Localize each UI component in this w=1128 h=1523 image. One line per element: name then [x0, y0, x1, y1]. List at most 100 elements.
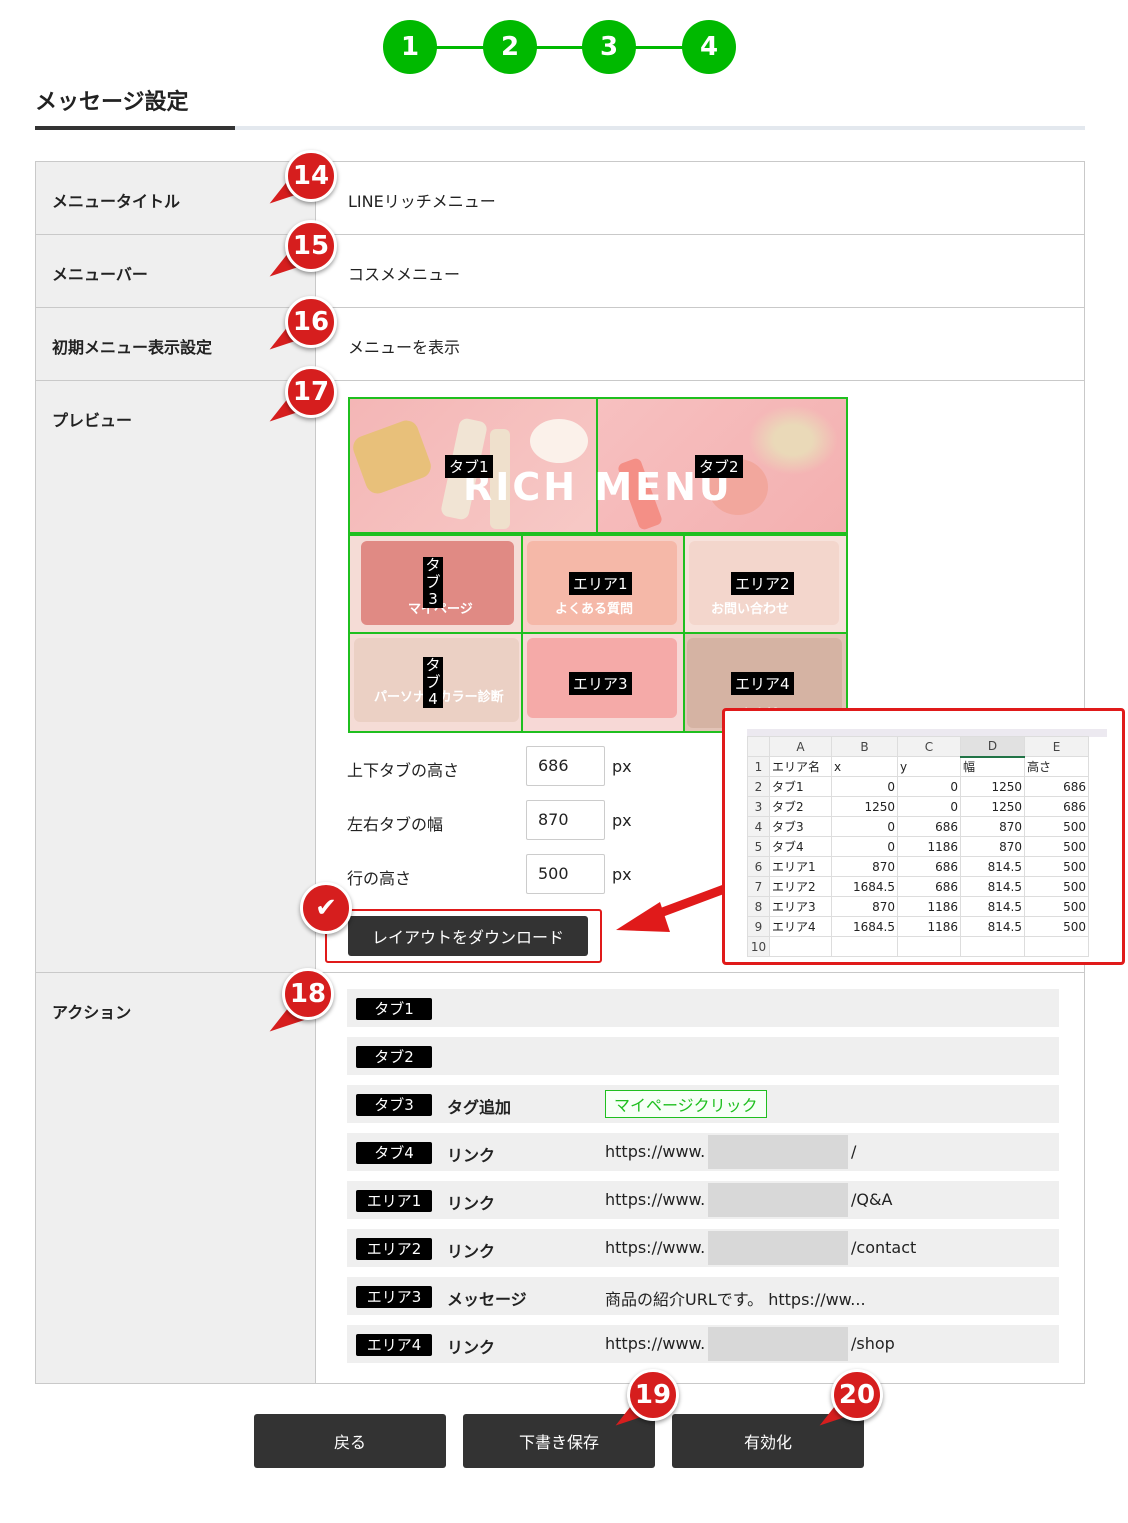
- action-url-path: /contact: [851, 1238, 917, 1257]
- spreadsheet-cell: 0: [831, 776, 898, 797]
- action-tag: エリア4: [356, 1334, 432, 1356]
- callout-badge-17: 17: [285, 366, 337, 418]
- row-number-cell: 4: [747, 816, 770, 837]
- spreadsheet-cell: 1186: [897, 896, 961, 917]
- spreadsheet-row: 10: [747, 936, 1089, 957]
- spreadsheet-cell: タブ3: [769, 816, 832, 837]
- redacted-url-block: [708, 1231, 848, 1265]
- row-number-cell: 7: [747, 876, 770, 897]
- row-number-cell: 6: [747, 856, 770, 877]
- layout-spreadsheet: A B C D E 1 エリア名 x y 幅高さ 2 タブ1 0 0 1250 686 3 タブ2 125…: [722, 708, 1125, 965]
- tab-width-unit: px: [612, 811, 632, 830]
- tab-3-tag: タブ3: [423, 557, 443, 608]
- row-divider: [36, 380, 1084, 381]
- action-tag: タブ2: [356, 1046, 432, 1068]
- spreadsheet-cell: 1186: [897, 836, 961, 857]
- area-1-tag: エリア1: [569, 572, 632, 595]
- tab-width-input[interactable]: 870: [526, 800, 605, 840]
- callout-badge-20: 20: [831, 1369, 883, 1421]
- area-3-tag: エリア3: [569, 672, 632, 695]
- action-url-path: /shop: [851, 1334, 895, 1353]
- title-underline-active: [35, 126, 235, 130]
- spreadsheet-cell: 870: [960, 816, 1025, 837]
- menu-title-value: LINEリッチメニュー: [348, 192, 496, 211]
- spreadsheet-row: 6 エリア1 870 686 814.5 500: [747, 856, 1089, 877]
- spreadsheet-cell: 0: [831, 836, 898, 857]
- row-number-cell: 1: [747, 756, 770, 777]
- initial-display-value: メニューを表示: [348, 338, 461, 357]
- spreadsheet-cell: [960, 936, 1025, 957]
- action-value: マイページクリック: [605, 1090, 767, 1118]
- download-layout-button[interactable]: レイアウトをダウンロード: [348, 916, 588, 956]
- spreadsheet-cell: y: [897, 756, 961, 777]
- column-header: E: [1024, 736, 1089, 757]
- tab-height-input[interactable]: 686: [526, 746, 605, 786]
- spreadsheet-cell: 686: [1024, 776, 1089, 797]
- action-tag: エリア2: [356, 1238, 432, 1260]
- step-2: 2: [483, 20, 537, 74]
- action-value: https://www.: [605, 1238, 706, 1257]
- row-number-cell: 9: [747, 916, 770, 937]
- column-header: C: [897, 736, 961, 757]
- back-button[interactable]: 戻る: [254, 1414, 446, 1468]
- spreadsheet-cell: 0: [831, 816, 898, 837]
- tab-height-unit: px: [612, 757, 632, 776]
- callout-badge-15: 15: [285, 220, 337, 272]
- rich-menu-preview: RICH MENU タブ1 タブ2 マイページ タブ3 よくある質問 エリア1 …: [348, 397, 848, 733]
- spreadsheet-cell: 870: [831, 896, 898, 917]
- action-row: タブ1: [347, 989, 1059, 1027]
- redacted-url-block: [708, 1183, 848, 1217]
- row-divider: [36, 972, 1084, 973]
- spreadsheet-cell: 1684.5: [831, 916, 898, 937]
- pampas-image: [748, 405, 838, 475]
- action-row: タブ3 タグ追加 マイページクリック: [347, 1085, 1059, 1123]
- action-type: リンク: [447, 1146, 496, 1165]
- spreadsheet-cell: エリア3: [769, 896, 832, 917]
- spreadsheet-cell: 1684.5: [831, 876, 898, 897]
- spreadsheet-cell: タブ2: [769, 796, 832, 817]
- row-divider: [36, 307, 1084, 308]
- action-row: エリア4 リンク https://www. /shop: [347, 1325, 1059, 1363]
- corner-cell: [747, 736, 770, 757]
- spreadsheet-cell: エリア1: [769, 856, 832, 877]
- faq-tile-label: よくある質問: [555, 602, 634, 617]
- spreadsheet-cell: 1250: [831, 796, 898, 817]
- spreadsheet-cell: 814.5: [960, 916, 1025, 937]
- spreadsheet-row: 2 タブ1 0 0 1250 686: [747, 776, 1089, 797]
- spreadsheet-row: 9 エリア4 1684.5 1186 814.5 500: [747, 916, 1089, 937]
- page-title: メッセージ設定: [35, 90, 189, 115]
- menu-title-label: メニュータイトル: [52, 192, 181, 211]
- tab-2-tag: タブ2: [695, 455, 743, 478]
- row-divider: [36, 234, 1084, 235]
- action-row: エリア1 リンク https://www. /Q&A: [347, 1181, 1059, 1219]
- spreadsheet-cell: エリア4: [769, 916, 832, 937]
- spreadsheet-cell: 1186: [897, 916, 961, 937]
- spreadsheet-cell: [831, 936, 898, 957]
- spreadsheet-cell: 686: [897, 816, 961, 837]
- action-type: リンク: [447, 1242, 496, 1261]
- area-2-tag: エリア2: [731, 572, 794, 595]
- action-value: https://www.: [605, 1142, 706, 1161]
- tab-height-label: 上下タブの高さ: [347, 761, 460, 780]
- spreadsheet-cell: 500: [1024, 916, 1089, 937]
- row-height-input[interactable]: 500: [526, 854, 605, 894]
- action-row: タブ2: [347, 1037, 1059, 1075]
- spreadsheet-cell: 0: [897, 776, 961, 797]
- step-1: 1: [383, 20, 437, 74]
- row-height-label: 行の高さ: [347, 869, 412, 888]
- row-number-cell: 2: [747, 776, 770, 797]
- action-value: 商品の紹介URLです。 https://ww...: [605, 1290, 866, 1309]
- spreadsheet-cell: 1250: [960, 796, 1025, 817]
- cream-jar-image: [530, 419, 588, 463]
- spreadsheet-row: 4 タブ3 0 686 870 500: [747, 816, 1089, 837]
- spreadsheet-cell: x: [831, 756, 898, 777]
- step-4: 4: [682, 20, 736, 74]
- callout-badge-19: 19: [627, 1369, 679, 1421]
- arrow-icon: [616, 883, 729, 932]
- spreadsheet-cell: [769, 936, 832, 957]
- action-value: https://www.: [605, 1334, 706, 1353]
- callout-badge-16: 16: [285, 296, 337, 348]
- callout-badge-14: 14: [285, 150, 337, 202]
- action-type: メッセージ: [447, 1290, 527, 1309]
- action-tag: エリア1: [356, 1190, 432, 1212]
